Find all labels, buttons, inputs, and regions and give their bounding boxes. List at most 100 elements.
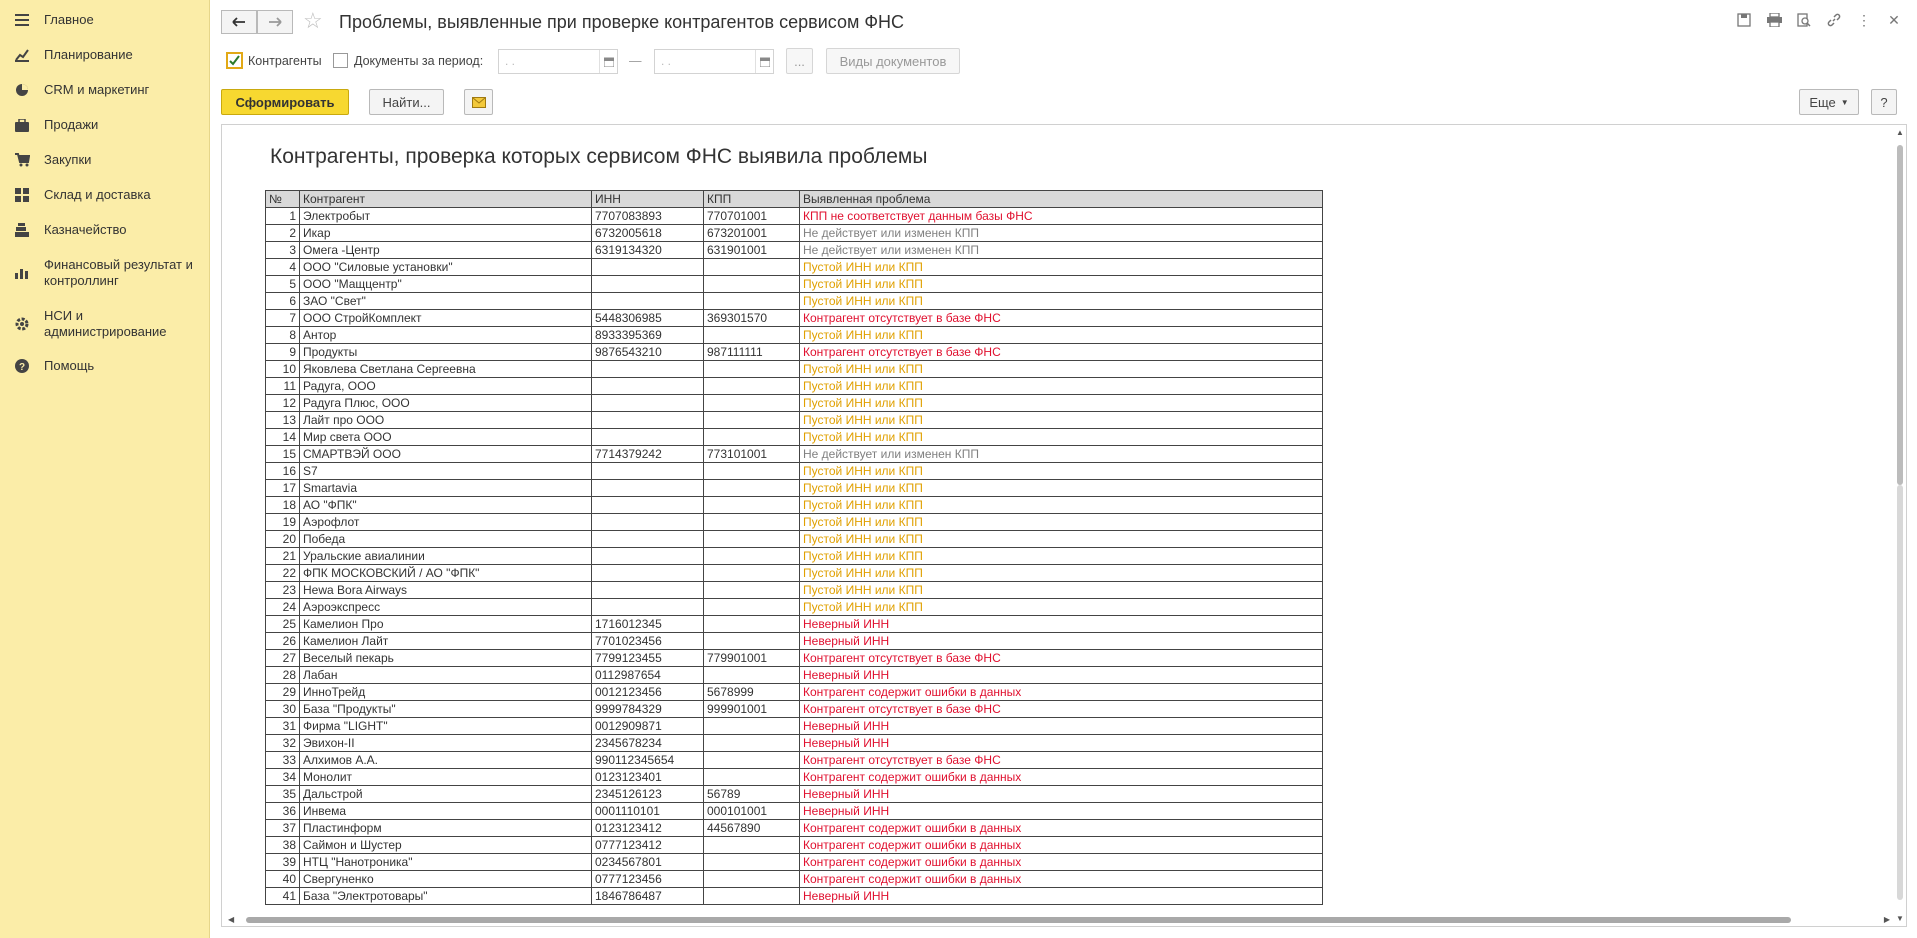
table-row[interactable]: 24 Аэроэкспресс Пустой ИНН или КПП bbox=[265, 598, 1323, 616]
table-row[interactable]: 28 Лабан 0112987654 Неверный ИНН bbox=[265, 666, 1323, 684]
period-select-button[interactable]: ... bbox=[786, 48, 813, 74]
cell-number: 40 bbox=[265, 870, 300, 888]
favorite-star-icon[interactable]: ☆ bbox=[303, 9, 323, 33]
cell-problem: Контрагент отсутствует в базе ФНС bbox=[799, 343, 1323, 361]
table-row[interactable]: 34 Монолит 0123123401 Контрагент содержит о… bbox=[265, 768, 1323, 786]
sidebar-item-warehouse[interactable]: Склад и доставка bbox=[0, 187, 208, 203]
table-row[interactable]: 5 ООО "Мащцентр" Пустой ИНН или КПП bbox=[265, 275, 1323, 293]
cell-number: 24 bbox=[265, 598, 300, 616]
sidebar-item-admin[interactable]: НСИ и администрирование bbox=[0, 308, 208, 340]
sidebar-item-planning[interactable]: Планирование bbox=[0, 47, 208, 63]
link-icon[interactable] bbox=[1825, 11, 1843, 29]
cell-inn bbox=[591, 428, 704, 446]
table-row[interactable]: 19 Аэрофлот Пустой ИНН или КПП bbox=[265, 513, 1323, 531]
table-row[interactable]: 3 Омега -Центр 6319134320 631901001 Не дейст… bbox=[265, 241, 1323, 259]
scroll-right-icon[interactable]: ▶ bbox=[1884, 915, 1890, 924]
cell-problem: Неверный ИНН bbox=[799, 632, 1323, 650]
sidebar-item-sales[interactable]: Продажи bbox=[0, 117, 208, 133]
forward-button[interactable] bbox=[257, 10, 293, 34]
table-row[interactable]: 10 Яковлева Светлана Сергеевна Пустой ИНН … bbox=[265, 360, 1323, 378]
table-row[interactable]: 35 Дальстрой 2345126123 56789 Неверный ИНН bbox=[265, 785, 1323, 803]
cell-inn bbox=[591, 394, 704, 412]
table-row[interactable]: 39 НТЦ "Нанотроника" 0234567801 Контрагент … bbox=[265, 853, 1323, 871]
scroll-down-icon[interactable]: ▼ bbox=[1896, 914, 1904, 923]
table-row[interactable]: 36 Инвема 0001110101 000101001 Неверный ИНН bbox=[265, 802, 1323, 820]
table-row[interactable]: 29 ИнноТрейд 0012123456 5678999 Контрагент с… bbox=[265, 683, 1323, 701]
table-row[interactable]: 38 Саймон и Шустер 0777123412 Контрагент со… bbox=[265, 836, 1323, 854]
sidebar-item-crm[interactable]: CRM и маркетинг bbox=[0, 82, 208, 98]
sidebar-item-finance[interactable]: Финансовый результат и контроллинг bbox=[0, 257, 208, 289]
table-row[interactable]: 16 S7 Пустой ИНН или КПП bbox=[265, 462, 1323, 480]
table-row[interactable]: 20 Победа Пустой ИНН или КПП bbox=[265, 530, 1323, 548]
cell-inn: 7707083893 bbox=[591, 207, 704, 225]
sidebar-item-purchases[interactable]: Закупки bbox=[0, 152, 208, 168]
table-row[interactable]: 23 Hewa Bora Airways Пустой ИНН или КПП bbox=[265, 581, 1323, 599]
docs-period-checkbox[interactable] bbox=[333, 53, 348, 68]
table-row[interactable]: 26 Камелион Лайт 7701023456 Неверный ИНН bbox=[265, 632, 1323, 650]
table-row[interactable]: 31 Фирма "LIGHT" 0012909871 Неверный ИНН bbox=[265, 717, 1323, 735]
table-row[interactable]: 13 Лайт про ООО Пустой ИНН или КПП bbox=[265, 411, 1323, 429]
cell-kpp bbox=[703, 564, 800, 582]
back-button[interactable] bbox=[221, 10, 257, 34]
table-row[interactable]: 40 Свергуненко 0777123456 Контрагент содерж… bbox=[265, 870, 1323, 888]
find-button[interactable]: Найти... bbox=[369, 89, 444, 115]
help-button[interactable]: ? bbox=[1871, 89, 1897, 115]
date-from-value: . . bbox=[505, 54, 516, 68]
table-row[interactable]: 8 Антор 8933395369 Пустой ИНН или КПП bbox=[265, 326, 1323, 344]
more-button[interactable]: Еще ▼ bbox=[1799, 89, 1859, 115]
table-row[interactable]: 22 ФПК МОСКОВСКИЙ / АО "ФПК" Пустой ИНН ил… bbox=[265, 564, 1323, 582]
cell-number: 7 bbox=[265, 309, 300, 327]
table-row[interactable]: 2 Икар 6732005618 673201001 Не действует или… bbox=[265, 224, 1323, 242]
cell-problem: Пустой ИНН или КПП bbox=[799, 513, 1323, 531]
cell-kpp bbox=[703, 377, 800, 395]
table-row[interactable]: 25 Камелион Про 1716012345 Неверный ИНН bbox=[265, 615, 1323, 633]
table-row[interactable]: 32 Эвихон-II 2345678234 Неверный ИНН bbox=[265, 734, 1323, 752]
table-row[interactable]: 17 Smartavia Пустой ИНН или КПП bbox=[265, 479, 1323, 497]
report-document[interactable]: Контрагенты, проверка которых сервисом Ф… bbox=[221, 124, 1907, 927]
cell-number: 32 bbox=[265, 734, 300, 752]
table-row[interactable]: 9 Продукты 9876543210 987111111 Контрагент о… bbox=[265, 343, 1323, 361]
cell-problem: Контрагент содержит ошибки в данных bbox=[799, 870, 1323, 888]
doc-types-button[interactable]: Виды документов bbox=[826, 48, 960, 74]
table-row[interactable]: 33 Алхимов А.А. 990112345654 Контрагент отс… bbox=[265, 751, 1323, 769]
cell-counterparty: База "Продукты" bbox=[299, 700, 592, 718]
vertical-scrollbar[interactable]: ▲ ▼ bbox=[1894, 125, 1906, 926]
horizontal-scroll-thumb[interactable] bbox=[246, 917, 1791, 923]
table-row[interactable]: 15 СМАРТВЭЙ ООО 7714379242 773101001 Не дейс… bbox=[265, 445, 1323, 463]
table-row[interactable]: 41 База "Электротовары" 1846786487 Неверный… bbox=[265, 887, 1323, 905]
table-row[interactable]: 12 Радуга Плюс, ООО Пустой ИНН или КПП bbox=[265, 394, 1323, 412]
date-from-field[interactable]: . . bbox=[498, 49, 618, 74]
sidebar-item-help[interactable]: ? Помощь bbox=[0, 358, 208, 374]
vertical-scroll-thumb[interactable] bbox=[1897, 145, 1903, 485]
table-row[interactable]: 1 Электробыт 7707083893 770701001 КПП не соо… bbox=[265, 207, 1323, 225]
table-row[interactable]: 30 База "Продукты" 9999784329 999901001 Конт… bbox=[265, 700, 1323, 718]
cell-problem: Неверный ИНН bbox=[799, 666, 1323, 684]
table-row[interactable]: 37 Пластинформ 0123123412 44567890 Контраген… bbox=[265, 819, 1323, 837]
print-icon[interactable] bbox=[1765, 11, 1783, 29]
preview-icon[interactable] bbox=[1795, 11, 1813, 29]
date-to-field[interactable]: . . bbox=[654, 49, 774, 74]
table-row[interactable]: 14 Мир света ООО Пустой ИНН или КПП bbox=[265, 428, 1323, 446]
table-row[interactable]: 27 Веселый пекарь 7799123455 779901001 Контр… bbox=[265, 649, 1323, 667]
table-row[interactable]: 18 АО "ФПК" Пустой ИНН или КПП bbox=[265, 496, 1323, 514]
table-row[interactable]: 4 ООО "Силовые установки" Пустой ИНН или К… bbox=[265, 258, 1323, 276]
scroll-up-icon[interactable]: ▲ bbox=[1896, 128, 1904, 137]
horizontal-scrollbar[interactable]: ◀ ▶ bbox=[222, 914, 1894, 926]
sidebar-item-main[interactable]: Главное bbox=[0, 12, 208, 28]
calendar-icon[interactable] bbox=[599, 50, 617, 73]
cell-kpp bbox=[703, 496, 800, 514]
close-icon[interactable]: ✕ bbox=[1885, 11, 1903, 29]
counterparties-checkbox[interactable] bbox=[227, 53, 242, 68]
more-vertical-icon[interactable]: ⋮ bbox=[1855, 11, 1873, 29]
send-email-button[interactable] bbox=[464, 89, 493, 115]
calendar-icon[interactable] bbox=[755, 50, 773, 73]
table-row[interactable]: 7 ООО СтройКомплект 5448306985 369301570 Кон… bbox=[265, 309, 1323, 327]
cell-kpp bbox=[703, 292, 800, 310]
table-row[interactable]: 6 ЗАО "Свет" Пустой ИНН или КПП bbox=[265, 292, 1323, 310]
sidebar-item-treasury[interactable]: Казначейство bbox=[0, 222, 208, 238]
table-row[interactable]: 21 Уральские авиалинии Пустой ИНН или КПП bbox=[265, 547, 1323, 565]
save-icon[interactable] bbox=[1735, 11, 1753, 29]
scroll-left-icon[interactable]: ◀ bbox=[228, 915, 234, 924]
table-row[interactable]: 11 Радуга, ООО Пустой ИНН или КПП bbox=[265, 377, 1323, 395]
generate-button[interactable]: Сформировать bbox=[221, 89, 349, 115]
